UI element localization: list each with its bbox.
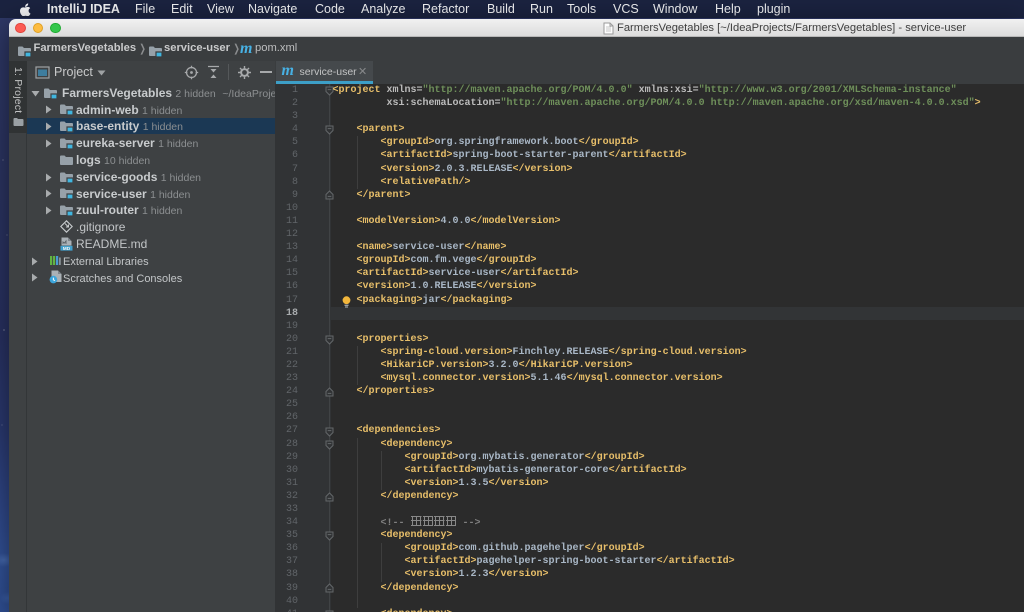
- svg-text:MD: MD: [63, 246, 71, 251]
